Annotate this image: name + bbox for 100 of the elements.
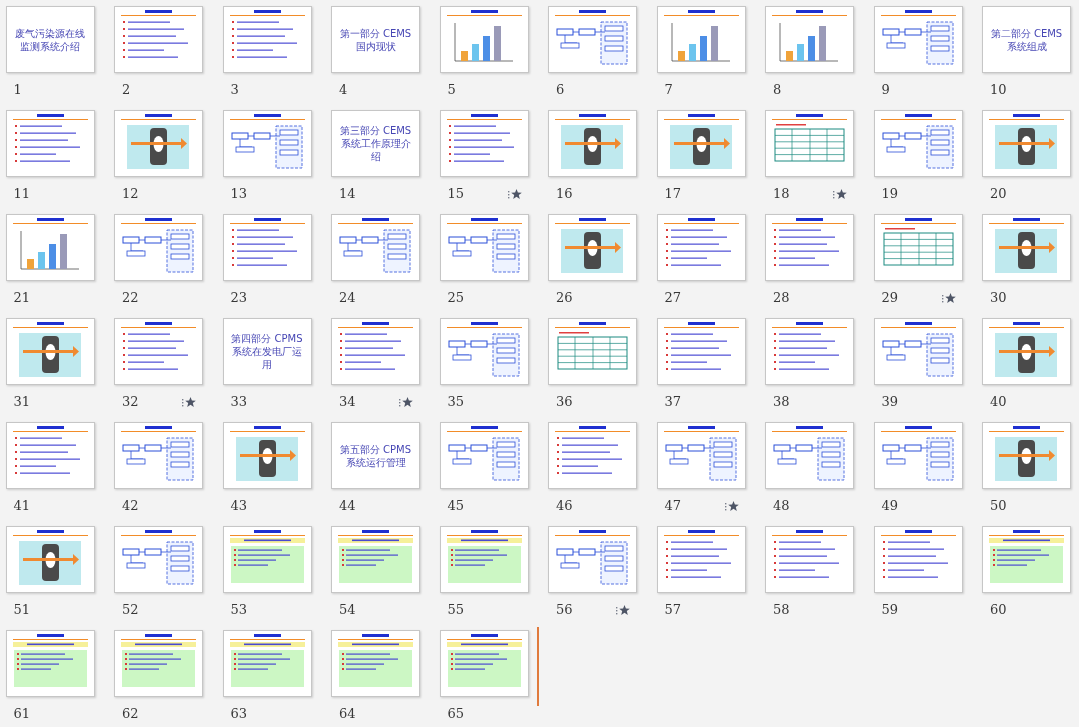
slide-number: 60 bbox=[990, 602, 1007, 618]
slide-thumbnail[interactable] bbox=[765, 110, 854, 177]
slide-number: 34 bbox=[339, 394, 356, 410]
slide-thumbnail[interactable] bbox=[222, 214, 312, 281]
slide-number: 12 bbox=[122, 186, 139, 202]
slide-number: 28 bbox=[773, 290, 790, 306]
slide-number: 45 bbox=[447, 498, 465, 514]
slide-number: 54 bbox=[339, 602, 356, 618]
slide-thumbnail[interactable] bbox=[873, 110, 963, 177]
slide-number: 16 bbox=[556, 186, 573, 202]
slide-number: 22 bbox=[122, 290, 139, 306]
slide-thumbnail[interactable] bbox=[873, 526, 963, 593]
slide-thumbnail[interactable] bbox=[222, 422, 312, 489]
slide-thumbnail[interactable] bbox=[114, 318, 203, 385]
slide-thumbnail[interactable] bbox=[873, 318, 963, 385]
slide-thumbnail[interactable] bbox=[656, 6, 746, 73]
slide-title-text: 第五部分 CPMS系统运行管理 bbox=[338, 442, 413, 469]
slide-number: 51 bbox=[13, 602, 31, 618]
slide-number: 32 bbox=[122, 394, 139, 410]
slide-number: 9 bbox=[881, 82, 890, 98]
slide-number: 5 bbox=[447, 82, 456, 98]
slide-thumbnail[interactable] bbox=[656, 526, 746, 593]
slide-thumbnail[interactable] bbox=[982, 422, 1071, 489]
slide-thumbnail[interactable] bbox=[548, 6, 637, 73]
slide-title-text: 第二部分 CEMS系统组成 bbox=[989, 26, 1064, 53]
slide-thumbnail[interactable] bbox=[5, 630, 95, 697]
slide-thumbnail[interactable] bbox=[439, 422, 529, 489]
slide-number: 2 bbox=[122, 82, 131, 98]
slide-thumbnail[interactable] bbox=[982, 526, 1071, 593]
slide-thumbnail[interactable] bbox=[331, 526, 420, 593]
slide-thumbnail[interactable] bbox=[656, 318, 746, 385]
slide-number: 13 bbox=[230, 186, 248, 202]
slide-thumbnail[interactable]: 第四部分 CPMS系统在发电厂运用 bbox=[222, 318, 312, 385]
slide-number: 21 bbox=[13, 290, 31, 306]
slide-thumbnail[interactable] bbox=[873, 422, 963, 489]
slide-thumbnail[interactable] bbox=[114, 422, 203, 489]
slide-number: 23 bbox=[230, 290, 248, 306]
slide-thumbnail[interactable] bbox=[114, 630, 203, 697]
slide-number: 43 bbox=[230, 498, 248, 514]
slide-thumbnail[interactable] bbox=[656, 422, 746, 489]
slide-thumbnail[interactable]: 废气污染源在线监测系统介绍 bbox=[5, 6, 95, 73]
slide-thumbnail[interactable] bbox=[548, 318, 637, 385]
slide-thumbnail[interactable] bbox=[114, 110, 203, 177]
slide-title-text: 第三部分 CEMS系统工作原理介绍 bbox=[338, 124, 413, 163]
slide-thumbnail[interactable] bbox=[548, 214, 637, 281]
slide-number: 31 bbox=[13, 394, 31, 410]
slide-thumbnail[interactable] bbox=[114, 214, 203, 281]
slide-thumbnail[interactable] bbox=[5, 214, 95, 281]
slide-thumbnail[interactable] bbox=[548, 110, 637, 177]
slide-thumbnail[interactable]: 第五部分 CPMS系统运行管理 bbox=[331, 422, 420, 489]
slide-number: 8 bbox=[773, 82, 782, 98]
slide-number: 61 bbox=[13, 706, 31, 722]
slide-thumbnail[interactable] bbox=[982, 214, 1071, 281]
slide-thumbnail[interactable] bbox=[982, 110, 1071, 177]
slide-thumbnail[interactable] bbox=[765, 526, 854, 593]
slide-thumbnail[interactable] bbox=[331, 318, 420, 385]
slide-thumbnail[interactable] bbox=[548, 422, 637, 489]
slide-thumbnail[interactable] bbox=[656, 110, 746, 177]
slide-number: 46 bbox=[556, 498, 573, 514]
slide-thumbnail[interactable] bbox=[222, 526, 312, 593]
slide-thumbnail[interactable] bbox=[982, 318, 1071, 385]
slide-thumbnail[interactable] bbox=[765, 6, 854, 73]
slide-thumbnail[interactable] bbox=[873, 214, 963, 281]
slide-thumbnail[interactable] bbox=[439, 526, 529, 593]
slide-thumbnail[interactable] bbox=[222, 630, 312, 697]
slide-number: 50 bbox=[990, 498, 1007, 514]
slide-number: 10 bbox=[990, 82, 1007, 98]
slide-thumbnail[interactable] bbox=[656, 214, 746, 281]
slide-thumbnail[interactable] bbox=[5, 422, 95, 489]
slide-thumbnail[interactable] bbox=[114, 526, 203, 593]
slide-number: 52 bbox=[122, 602, 139, 618]
slide-thumbnail[interactable]: 第三部分 CEMS系统工作原理介绍 bbox=[331, 110, 420, 177]
slide-thumbnail[interactable] bbox=[765, 318, 854, 385]
slide-number: 11 bbox=[13, 186, 31, 202]
slide-thumbnail[interactable] bbox=[5, 526, 95, 593]
slide-thumbnail[interactable] bbox=[5, 110, 95, 177]
slide-thumbnail[interactable] bbox=[439, 318, 529, 385]
slide-thumbnail[interactable] bbox=[222, 6, 312, 73]
slide-thumbnail[interactable]: 第二部分 CEMS系统组成 bbox=[982, 6, 1071, 73]
slide-thumbnail[interactable] bbox=[873, 6, 963, 73]
slide-thumbnail[interactable] bbox=[331, 214, 420, 281]
slide-thumbnail[interactable] bbox=[765, 214, 854, 281]
slide-thumbnail[interactable] bbox=[222, 110, 312, 177]
slide-thumbnail[interactable] bbox=[439, 110, 529, 177]
slide-number: 3 bbox=[230, 82, 239, 98]
slide-number: 65 bbox=[447, 706, 465, 722]
slide-thumbnail[interactable] bbox=[439, 630, 529, 697]
slide-number: 42 bbox=[122, 498, 139, 514]
slide-thumbnail[interactable]: 第一部分 CEMS国内现状 bbox=[331, 6, 420, 73]
slide-thumbnail[interactable] bbox=[114, 6, 203, 73]
slide-thumbnail[interactable] bbox=[5, 318, 95, 385]
slide-number: 64 bbox=[339, 706, 356, 722]
slide-thumbnail[interactable] bbox=[439, 214, 529, 281]
slide-number: 17 bbox=[664, 186, 682, 202]
slide-thumbnail[interactable] bbox=[331, 630, 420, 697]
slide-number: 26 bbox=[556, 290, 573, 306]
slide-thumbnail[interactable] bbox=[439, 6, 529, 73]
slide-number: 40 bbox=[990, 394, 1007, 410]
slide-thumbnail[interactable] bbox=[548, 526, 637, 593]
slide-thumbnail[interactable] bbox=[765, 422, 854, 489]
